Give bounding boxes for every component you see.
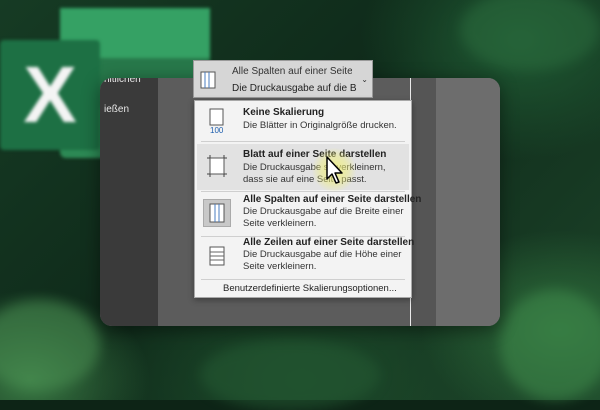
- menu-item-fit-columns[interactable]: Alle Spalten auf einer Seite darstellen …: [197, 193, 421, 235]
- scaling-dropdown[interactable]: Alle Spalten auf einer Seite dar Die Dru…: [193, 60, 373, 98]
- backstage-sidebar: nitlichen ießen: [100, 78, 158, 326]
- scaling-dropdown-desc: Die Druckausgabe auf die Breit...: [232, 83, 357, 94]
- sidebar-item-label[interactable]: ießen: [104, 104, 129, 115]
- fit-sheet-icon: [203, 152, 231, 180]
- menu-separator: [201, 279, 405, 280]
- mouse-cursor-icon: [325, 155, 345, 190]
- preview-area: [436, 78, 500, 326]
- scaling-menu: 100 Keine Skalierung Die Blätter in Orig…: [194, 100, 421, 298]
- custom-scaling-options-link[interactable]: Benutzerdefinierte Skalierungsoptionen..…: [223, 283, 397, 294]
- option-description: Die Blätter in Originalgröße drucken.: [243, 120, 397, 131]
- excel-logo-icon: X: [0, 40, 100, 150]
- option-title: Alle Zeilen auf einer Seite darstellen: [243, 237, 415, 248]
- sidebar-item-label[interactable]: nitlichen: [104, 78, 141, 85]
- fit-columns-icon: [203, 199, 231, 227]
- menu-item-no-scaling[interactable]: 100 Keine Skalierung Die Blätter in Orig…: [197, 103, 409, 139]
- option-title: Keine Skalierung: [243, 107, 325, 118]
- background-blur: [500, 290, 600, 400]
- option-title: Alle Spalten auf einer Seite darstellen: [243, 194, 422, 205]
- option-description: Die Druckausgabe auf die Breite einer Se…: [243, 206, 404, 229]
- scaling-dropdown-title: Alle Spalten auf einer Seite dar: [232, 66, 352, 77]
- option-description: Die Druckausgabe auf die Höhe einer Seit…: [243, 249, 402, 272]
- menu-item-fit-rows[interactable]: Alle Zeilen auf einer Seite darstellen D…: [197, 236, 414, 278]
- menu-separator: [201, 141, 405, 142]
- menu-separator: [201, 191, 405, 192]
- columns-page-icon: [200, 71, 216, 94]
- no-scaling-100-icon: 100: [203, 107, 231, 135]
- chevron-down-icon: ⌄: [361, 75, 368, 84]
- svg-text:100: 100: [210, 126, 224, 134]
- menu-item-fit-sheet[interactable]: Blatt auf einer Seite darstellen Die Dru…: [197, 144, 409, 190]
- fit-rows-icon: [203, 242, 231, 270]
